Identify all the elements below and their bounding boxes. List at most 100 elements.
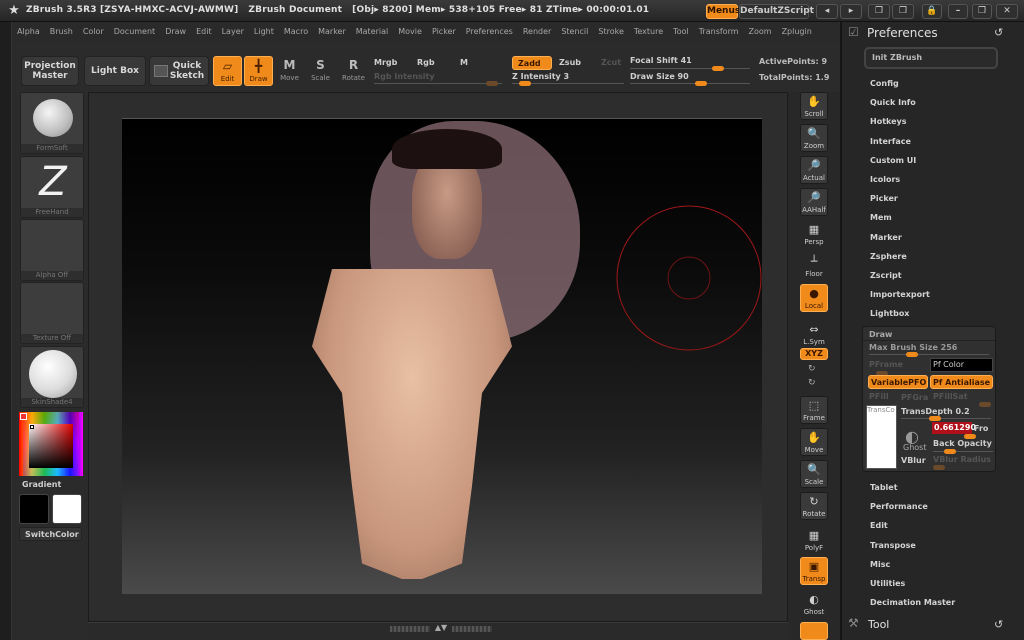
trans-depth-slider[interactable] <box>901 418 991 419</box>
pref-edit[interactable]: Edit <box>870 521 888 530</box>
pref-misc[interactable]: Misc <box>870 560 890 569</box>
polyf-button[interactable]: ▦ PolyF <box>800 526 828 554</box>
menu-preferences[interactable]: Preferences <box>461 22 518 42</box>
xyz-button[interactable]: XYZ <box>800 348 828 360</box>
menu-material[interactable]: Material <box>351 22 394 42</box>
menu-brush[interactable]: Brush <box>45 22 78 42</box>
menu-color[interactable]: Color <box>78 22 109 42</box>
scale-button[interactable]: S Scale <box>306 56 335 86</box>
rotate-view-button[interactable]: ↻ Rotate <box>800 492 828 520</box>
pref-marker[interactable]: Marker <box>870 233 902 242</box>
stroke-picker[interactable]: Z FreeHand <box>20 156 84 218</box>
pfillsat-label[interactable]: PFillSat <box>933 392 968 401</box>
canvas-viewport[interactable] <box>122 118 762 594</box>
zadd-button[interactable]: Zadd <box>512 56 552 70</box>
menu-alpha[interactable]: Alpha <box>12 22 45 42</box>
color-picker[interactable] <box>19 412 83 476</box>
pref-transpose[interactable]: Transpose <box>870 541 916 550</box>
tray-header[interactable]: Preferences <box>867 26 938 40</box>
pref-zsphere[interactable]: Zsphere <box>870 252 907 261</box>
light-box-button[interactable]: Light Box <box>84 56 146 86</box>
max-brush-size-slider[interactable] <box>869 354 989 355</box>
bottom-drag-handle-left[interactable] <box>390 626 430 632</box>
pref-utilities[interactable]: Utilities <box>870 579 905 588</box>
bottom-drag-handle-right[interactable] <box>452 626 492 632</box>
menu-zoom[interactable]: Zoom <box>744 22 777 42</box>
persp-button[interactable]: ▦ Persp <box>800 220 828 248</box>
pref-custom-ui[interactable]: Custom UI <box>870 156 916 165</box>
default-zscript-button[interactable]: DefaultZScript <box>739 4 814 19</box>
secondary-color-swatch[interactable] <box>52 494 82 524</box>
actual-button[interactable]: 🔎 Actual <box>800 156 828 184</box>
mrgb-button[interactable]: Mrgb <box>369 56 411 70</box>
menu-render[interactable]: Render <box>518 22 556 42</box>
vblur-toggle[interactable]: VBlur <box>901 456 926 465</box>
transp-button[interactable]: ▣ Transp <box>800 557 828 585</box>
pfgra-label[interactable]: PFGra <box>901 393 928 402</box>
max-brush-size-knob[interactable] <box>906 352 918 357</box>
menu-transform[interactable]: Transform <box>694 22 744 42</box>
pref-decimation-master[interactable]: Decimation Master <box>870 598 955 607</box>
projection-master-button[interactable]: Projection Master <box>21 56 79 86</box>
checkbox-icon[interactable]: ☑ <box>848 25 859 39</box>
m-button[interactable]: M <box>455 56 497 70</box>
local-button[interactable]: ● Local <box>800 284 828 312</box>
draw-size-knob[interactable] <box>695 81 707 86</box>
menu-tool[interactable]: Tool <box>668 22 694 42</box>
z-intensity-knob[interactable] <box>519 81 531 86</box>
menu-stroke[interactable]: Stroke <box>593 22 629 42</box>
reset-icon[interactable]: ↺ <box>994 26 1003 39</box>
tool-reset-icon[interactable]: ↺ <box>994 618 1003 631</box>
move-view-button[interactable]: ✋ Move <box>800 428 828 456</box>
scale-view-button[interactable]: 🔍 Scale <box>800 460 828 488</box>
scroll-left-icon[interactable]: ◂ <box>816 4 838 19</box>
quick-sketch-button[interactable]: Quick Sketch <box>149 56 209 86</box>
color-marker[interactable] <box>30 425 34 429</box>
pref-tablet[interactable]: Tablet <box>870 483 898 492</box>
rgb-button[interactable]: Rgb <box>412 56 454 70</box>
variable-pfo-button[interactable]: VariablePFO <box>868 375 928 389</box>
back-opacity-knob[interactable] <box>944 449 956 454</box>
pref-performance[interactable]: Performance <box>870 502 928 511</box>
menu-document[interactable]: Document <box>109 22 160 42</box>
menu-movie[interactable]: Movie <box>393 22 427 42</box>
trans-depth-knob[interactable] <box>929 416 941 421</box>
left-tray-edge[interactable] <box>0 22 12 640</box>
color-saturation-square[interactable] <box>29 424 73 468</box>
rotate-z-icon[interactable]: ↻ <box>808 364 816 374</box>
back-opacity-slider[interactable] <box>933 451 993 452</box>
pf-color-swatch[interactable]: Pf Color <box>930 358 993 372</box>
layout-right-icon[interactable]: ❐ <box>892 4 914 19</box>
scroll-button[interactable]: ✋ Scroll <box>800 92 828 120</box>
floor-button[interactable]: ┴ Floor <box>800 252 828 280</box>
pref-lightbox[interactable]: Lightbox <box>870 309 909 318</box>
brush-picker[interactable]: FormSoft <box>20 92 84 154</box>
edit-button[interactable]: ▱ Edit <box>213 56 242 86</box>
ghost-label[interactable]: Ghost <box>903 443 926 452</box>
pref-importexport[interactable]: Importexport <box>870 290 930 299</box>
menu-marker[interactable]: Marker <box>313 22 351 42</box>
menu-picker[interactable]: Picker <box>427 22 461 42</box>
focal-shift-knob[interactable] <box>712 66 724 71</box>
main-color-swatch[interactable] <box>19 494 49 524</box>
pf-antialiased-button[interactable]: Pf Antialiase <box>930 375 993 389</box>
rgb-intensity-slider[interactable] <box>374 83 502 84</box>
pfill-label[interactable]: PFill <box>869 392 889 401</box>
restore-icon[interactable]: ❐ <box>972 4 992 19</box>
expand-collapse-icon[interactable]: ▲▼ <box>432 623 450 633</box>
layout-left-icon[interactable]: ❐ <box>868 4 890 19</box>
rotate-button[interactable]: R Rotate <box>339 56 368 86</box>
scroll-right-icon[interactable]: ▸ <box>840 4 862 19</box>
minimize-icon[interactable]: – <box>948 4 968 19</box>
zsub-button[interactable]: Zsub <box>554 56 594 70</box>
alpha-picker[interactable]: Alpha Off <box>20 219 84 281</box>
menu-edit[interactable]: Edit <box>191 22 217 42</box>
aahalf-button[interactable]: 🔎 AAHalf <box>800 188 828 216</box>
pref-quick-info[interactable]: Quick Info <box>870 98 916 107</box>
gradient-toggle[interactable]: Gradient <box>22 480 61 489</box>
vblur-radius-knob[interactable] <box>933 465 945 470</box>
material-picker[interactable]: SkinShade4 <box>20 346 84 408</box>
front-opacity-value[interactable]: 0.661290 <box>932 422 976 434</box>
pframe-label[interactable]: PFrame <box>869 360 903 369</box>
pref-zscript[interactable]: Zscript <box>870 271 902 280</box>
